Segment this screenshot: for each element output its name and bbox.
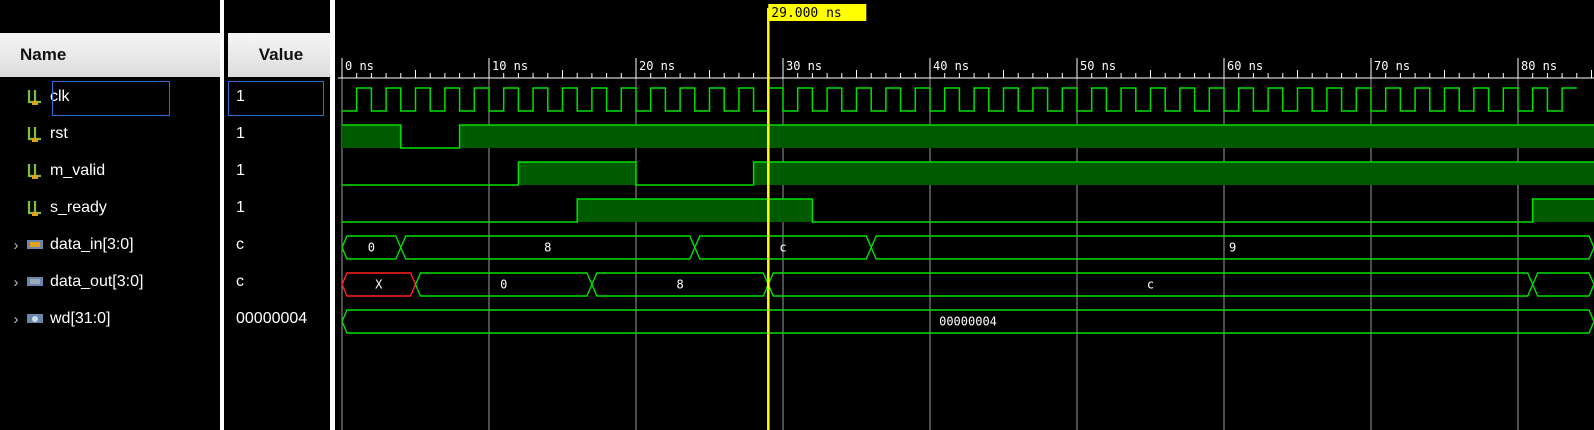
value-column-header[interactable]: Value [228, 33, 334, 77]
signal-name: s_ready [50, 199, 107, 216]
signal-name: rst [50, 125, 68, 142]
ruler-tick-label: 80 ns [1521, 59, 1557, 73]
waveform-high-fill [577, 199, 813, 222]
signal-value: 1 [236, 125, 245, 142]
bit-signal-icon [24, 199, 46, 217]
signal-value: 1 [236, 162, 245, 179]
signal-value: 00000004 [236, 310, 308, 327]
signal-list-panel: Name Value clk 1 rst 1 m_valid 1 s_ready 1 › data… [0, 0, 336, 430]
waveform-s_ready [342, 198, 1594, 223]
waveform-high-fill [753, 162, 1594, 185]
signal-row-data_in30[interactable]: › data_in[3:0] [8, 228, 218, 262]
signal-row-m_valid[interactable]: m_valid [8, 154, 218, 188]
bus-segment-value: 0 [368, 241, 375, 255]
signal-row-s_ready[interactable]: s_ready [8, 191, 218, 225]
bus-segment-value: 0 [500, 278, 507, 292]
chevron-right-icon[interactable]: › [8, 311, 24, 328]
chevron-right-icon[interactable]: › [8, 274, 24, 291]
signal-row-wd310[interactable]: › wd[31:0] [8, 302, 218, 336]
signal-row-rst[interactable]: rst [8, 117, 218, 151]
bus-segment [1531, 272, 1594, 297]
waveform-canvas[interactable]: 0 ns 10 ns 20 ns 30 ns 40 ns 50 ns 60 ns 70 ns 8… [338, 0, 1594, 430]
waveform-high-fill [342, 125, 401, 148]
bus-input-icon [24, 237, 46, 253]
bus-output-icon [24, 274, 46, 290]
ruler-tick-label: 40 ns [933, 59, 969, 73]
name-column-header[interactable]: Name [0, 33, 220, 77]
bus-segment-value: 00000004 [939, 315, 997, 329]
bit-signal-icon [24, 88, 46, 106]
bus-segment-value: 8 [676, 278, 683, 292]
chevron-right-icon[interactable]: › [8, 237, 24, 254]
signal-name: m_valid [50, 162, 106, 179]
selection-box-name [52, 81, 170, 116]
cursor-time-label: 29.000 ns [771, 6, 841, 21]
waveform-high-fill [459, 125, 1594, 148]
bit-signal-icon [24, 125, 46, 143]
waveform-high-fill [518, 162, 636, 185]
ruler-tick-label: 50 ns [1080, 59, 1116, 73]
signal-name: data_in[3:0] [50, 236, 134, 253]
signal-value: 1 [236, 199, 245, 216]
waveform-high-fill [1532, 199, 1594, 222]
signal-row-data_out30[interactable]: › data_out[3:0] [8, 265, 218, 299]
signal-name: wd[31:0] [50, 310, 111, 327]
ruler-tick-label: 0 ns [345, 59, 374, 73]
bus-segment-value: c [1147, 278, 1154, 292]
selection-box-value [228, 81, 324, 116]
ruler-tick-label: 30 ns [786, 59, 822, 73]
ruler-tick-label: 60 ns [1227, 59, 1263, 73]
ruler-tick-label: 70 ns [1374, 59, 1410, 73]
panel-splitter[interactable] [330, 0, 335, 430]
bus-segment-value: c [779, 241, 786, 255]
bus-internal-icon [24, 311, 46, 327]
signal-value: c [236, 273, 244, 290]
ruler-tick-label: 20 ns [639, 59, 675, 73]
waveform-clk [342, 87, 1577, 112]
bus-segment-value: X [375, 278, 383, 292]
bit-signal-icon [24, 162, 46, 180]
bus-segment-value: 8 [544, 241, 551, 255]
ruler-tick-label: 10 ns [492, 59, 528, 73]
signal-name: data_out[3:0] [50, 273, 144, 290]
column-divider[interactable] [220, 0, 224, 430]
signal-value: c [236, 236, 244, 253]
bus-segment-value: 9 [1229, 241, 1236, 255]
